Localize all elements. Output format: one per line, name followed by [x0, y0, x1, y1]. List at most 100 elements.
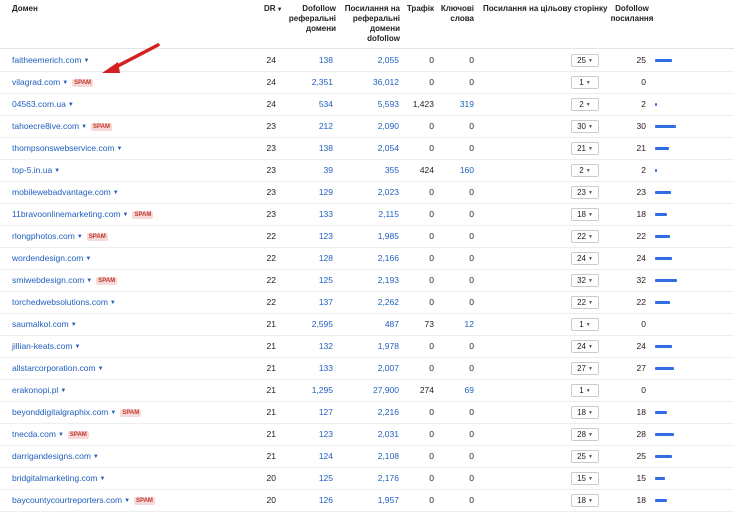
backlinks-link[interactable]: 2,055 [350, 49, 399, 71]
domain-text[interactable]: 04563.com.ua [12, 99, 66, 109]
backlinks-link[interactable]: 2,031 [350, 423, 399, 445]
col-keywords-header[interactable]: Ключові слова [438, 4, 474, 24]
backlinks-link[interactable]: 2,193 [350, 269, 399, 291]
chevron-down-icon[interactable]: ▼ [60, 380, 66, 402]
chevron-down-icon[interactable]: ▼ [98, 358, 104, 380]
domain-text[interactable]: wordendesign.com [12, 253, 83, 263]
domain-link[interactable]: top-5.in.ua ▼ [12, 159, 60, 181]
target-links-select[interactable]: 32 ▼ [571, 274, 599, 287]
backlinks-link[interactable]: 2,023 [350, 181, 399, 203]
target-links-select[interactable]: 18 ▼ [571, 208, 599, 221]
ref-domains-link[interactable]: 127 [290, 401, 333, 423]
ref-domains-link[interactable]: 125 [290, 467, 333, 489]
domain-link[interactable]: rlongphotos.com ▼ SPAM [12, 225, 108, 247]
domain-text[interactable]: vilagrad.com [12, 77, 60, 87]
domain-text[interactable]: smiwebdesign.com [12, 275, 84, 285]
backlinks-link[interactable]: 2,176 [350, 467, 399, 489]
domain-link[interactable]: beyonddigitalgraphix.com ▼ SPAM [12, 401, 142, 424]
ref-domains-link[interactable]: 212 [290, 115, 333, 137]
backlinks-link[interactable]: 355 [350, 159, 399, 181]
target-links-select[interactable]: 1 ▼ [571, 76, 599, 89]
domain-text[interactable]: tnecda.com [12, 429, 56, 439]
domain-text[interactable]: beyonddigitalgraphix.com [12, 407, 108, 417]
domain-link[interactable]: smiwebdesign.com ▼ SPAM [12, 269, 118, 292]
backlinks-link[interactable]: 1,985 [350, 225, 399, 247]
chevron-down-icon[interactable]: ▼ [93, 446, 99, 468]
ref-domains-link[interactable]: 123 [290, 423, 333, 445]
chevron-down-icon[interactable]: ▼ [71, 314, 77, 336]
col-dr-header[interactable]: DR▼ [264, 4, 283, 15]
domain-text[interactable]: 11bravoonlinemarketing.com [12, 209, 121, 219]
target-links-select[interactable]: 18 ▼ [571, 406, 599, 419]
chevron-down-icon[interactable]: ▼ [124, 490, 130, 512]
keywords-value[interactable]: 319 [440, 93, 474, 115]
domain-text[interactable]: mobilewebadvantage.com [12, 187, 111, 197]
ref-domains-link[interactable]: 129 [290, 181, 333, 203]
target-links-select[interactable]: 22 ▼ [571, 230, 599, 243]
domain-link[interactable]: tnecda.com ▼ SPAM [12, 423, 89, 445]
backlinks-link[interactable]: 27,900 [350, 379, 399, 401]
ref-domains-link[interactable]: 138 [290, 49, 333, 71]
target-links-select[interactable]: 21 ▼ [571, 142, 599, 155]
domain-text[interactable]: thompsonswebservice.com [12, 143, 115, 153]
domain-link[interactable]: tahoecre8ive.com ▼ SPAM [12, 115, 112, 137]
domain-text[interactable]: baycountycourtreporters.com [12, 495, 122, 505]
domain-link[interactable]: saumalkol.com ▼ [12, 313, 77, 335]
domain-link[interactable]: 11bravoonlinemarketing.com ▼ SPAM [12, 203, 154, 226]
target-links-select[interactable]: 15 ▼ [571, 472, 599, 485]
ref-domains-link[interactable]: 1,295 [290, 379, 333, 401]
target-links-select[interactable]: 30 ▼ [571, 120, 599, 133]
col-backlinks-header[interactable]: Посилання на реферальні домени dofollow [342, 4, 400, 44]
domain-link[interactable]: thompsonswebservice.com ▼ [12, 137, 122, 159]
backlinks-link[interactable]: 487 [350, 313, 399, 335]
chevron-down-icon[interactable]: ▼ [110, 402, 116, 424]
domain-text[interactable]: top-5.in.ua [12, 165, 52, 175]
target-links-select[interactable]: 25 ▼ [571, 54, 599, 67]
domain-text[interactable]: rlongphotos.com [12, 231, 75, 241]
chevron-down-icon[interactable]: ▼ [85, 248, 91, 270]
domain-link[interactable]: 04563.com.ua ▼ [12, 93, 74, 115]
target-links-select[interactable]: 24 ▼ [571, 252, 599, 265]
col-ref-domains-header[interactable]: Dofollow реферальні домени [282, 4, 336, 34]
backlinks-link[interactable]: 2,054 [350, 137, 399, 159]
chevron-down-icon[interactable]: ▼ [110, 292, 116, 314]
col-target-links-header[interactable]: Посилання на цільову сторінку [483, 4, 607, 14]
ref-domains-link[interactable]: 137 [290, 291, 333, 313]
domain-link[interactable]: bridgitalmarketing.com ▼ [12, 467, 105, 489]
col-traffic-header[interactable]: Трафік [404, 4, 434, 14]
backlinks-link[interactable]: 2,115 [350, 203, 399, 225]
target-links-select[interactable]: 24 ▼ [571, 340, 599, 353]
chevron-down-icon[interactable]: ▼ [54, 160, 60, 182]
ref-domains-link[interactable]: 132 [290, 335, 333, 357]
ref-domains-link[interactable]: 39 [290, 159, 333, 181]
backlinks-link[interactable]: 1,957 [350, 489, 399, 511]
ref-domains-link[interactable]: 2,595 [290, 313, 333, 335]
domain-link[interactable]: allstarcorporation.com ▼ [12, 357, 104, 379]
chevron-down-icon[interactable]: ▼ [86, 270, 92, 292]
ref-domains-link[interactable]: 125 [290, 269, 333, 291]
keywords-value[interactable]: 160 [440, 159, 474, 181]
domain-text[interactable]: faitheemerich.com [12, 55, 81, 65]
ref-domains-link[interactable]: 138 [290, 137, 333, 159]
chevron-down-icon[interactable]: ▼ [83, 50, 89, 72]
keywords-value[interactable]: 12 [440, 313, 474, 335]
domain-text[interactable]: tahoecre8ive.com [12, 121, 79, 131]
ref-domains-link[interactable]: 2,351 [290, 71, 333, 93]
ref-domains-link[interactable]: 126 [290, 489, 333, 511]
chevron-down-icon[interactable]: ▼ [81, 116, 87, 138]
domain-link[interactable]: darrigandesigns.com ▼ [12, 445, 99, 467]
domain-link[interactable]: erakonopi.pl ▼ [12, 379, 66, 401]
keywords-value[interactable]: 69 [440, 379, 474, 401]
ref-domains-link[interactable]: 133 [290, 203, 333, 225]
chevron-down-icon[interactable]: ▼ [123, 204, 129, 226]
chevron-down-icon[interactable]: ▼ [62, 72, 68, 94]
target-links-select[interactable]: 18 ▼ [571, 494, 599, 507]
chevron-down-icon[interactable]: ▼ [68, 94, 74, 116]
target-links-select[interactable]: 2 ▼ [571, 164, 599, 177]
backlinks-link[interactable]: 36,012 [350, 71, 399, 93]
backlinks-link[interactable]: 2,090 [350, 115, 399, 137]
backlinks-link[interactable]: 2,262 [350, 291, 399, 313]
domain-text[interactable]: saumalkol.com [12, 319, 69, 329]
domain-link[interactable]: vilagrad.com ▼ SPAM [12, 71, 94, 94]
domain-link[interactable]: jillian-keats.com ▼ [12, 335, 80, 357]
